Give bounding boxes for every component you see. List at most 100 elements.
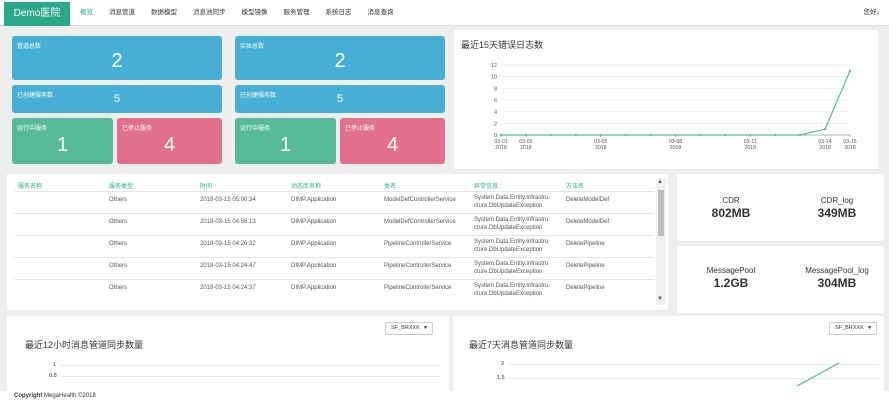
db-messagepool-log: MessagePool_log 304MB: [789, 266, 885, 290]
sync-12h-gridline: [61, 376, 441, 377]
header-service-type: 服务类型: [109, 184, 134, 190]
y-tick-label: 2: [494, 121, 497, 127]
db-messagepool-log-name: MessagePool_log: [805, 266, 869, 275]
data-point: [774, 133, 777, 137]
brand-logo[interactable]: Demo医院: [4, 2, 70, 26]
table-cell: PipelineControllerService: [384, 241, 452, 247]
table-cell: 2018-03-15 04:24:47: [200, 263, 256, 269]
nav-message-query[interactable]: 消息查询: [360, 0, 402, 26]
table-row[interactable]: Others 2018-03-15 05:00:34 DIMP.Applicatio…: [14, 191, 654, 213]
table-cell-line: System.Data.Entity.Infrastru: [474, 239, 549, 245]
data-point: [499, 133, 503, 137]
scroll-thumb[interactable]: [658, 190, 664, 236]
table-cell: Others: [109, 197, 128, 203]
header-time: 时间: [200, 184, 213, 190]
table-cell: 2018-03-15 05:00:34: [200, 197, 256, 203]
nav-model-mirror[interactable]: 模型镜像: [234, 0, 276, 26]
table-cell: DIMP.Application: [291, 219, 337, 225]
nav-data-model[interactable]: 数据模型: [143, 0, 185, 26]
table-cell: ModelDefControllerService: [384, 197, 456, 203]
table-cell: Others: [109, 263, 128, 269]
db-cdr-log-size: 349MB: [817, 206, 857, 220]
db-messagepool-log-size: 304MB: [817, 276, 857, 290]
created-services-tile: 已创建服务数 5: [12, 85, 222, 113]
table-cell-line: cture.DbUpdateException: [474, 247, 543, 253]
data-point: [848, 69, 852, 72]
y-tick-label: 10: [491, 75, 497, 81]
table-cell-line: cture.DbUpdateException: [474, 269, 543, 275]
header-dll-name: 动态库名称: [291, 184, 322, 190]
sync-12h-gridline: [61, 365, 441, 366]
data-point: [674, 133, 677, 137]
table-cell: DIMP.Application: [291, 285, 337, 291]
table-cell: System.Data.Entity.Infrastru cture.DbUpda…: [474, 282, 548, 298]
table-cell: System.Data.Entity.Infrastru cture.DbUpda…: [474, 216, 548, 232]
table-scrollbar[interactable]: ▲ ▼: [656, 178, 666, 305]
table-cell: ModelDefControllerService: [384, 219, 456, 225]
user-greeting[interactable]: 您好。: [864, 0, 884, 26]
table-cell: PipelineControllerService: [384, 285, 452, 291]
top-nav-bar: Demo医院 概览 消息管道 数据模型 消息池同步 模型镜像 服务管理 系统日志…: [0, 0, 889, 26]
error-log-line-chart: 02468101203-01201803-02201803-05201803-0…: [491, 63, 857, 151]
table-cell-line: System.Data.Entity.Infrastru: [474, 195, 549, 201]
sync-12h-ytick: 0.8: [49, 373, 57, 379]
pipelines-total-tile: 管道总数 2: [12, 36, 222, 80]
db-messagepool-name: MessagePool: [706, 266, 756, 275]
x-tick-label: 2018: [595, 145, 607, 151]
data-point: [699, 133, 702, 137]
table-cell: System.Data.Entity.Infrastru cture.DbUpda…: [474, 260, 548, 276]
y-tick-label: 6: [494, 98, 497, 104]
header-service-name: 服务名称: [18, 184, 43, 190]
nav-pipelines[interactable]: 消息管道: [101, 0, 143, 26]
entities-total-label: 实体总数: [240, 44, 265, 50]
table-cell: System.Data.Entity.Infrastru cture.DbUpda…: [474, 238, 548, 254]
nav-pool-sync[interactable]: 消息池同步: [185, 0, 234, 26]
table-cell: DeletePipeline: [566, 241, 605, 247]
stopped-services-tile: 已停止服务 4: [117, 118, 222, 164]
table-row[interactable]: Others 2018-03-15 04:26:32 DIMP.Applicatio…: [14, 235, 654, 257]
stopped-services-value: 4: [163, 134, 176, 156]
table-cell: DeletePipeline: [566, 263, 605, 269]
db-size-card-cdr: CDR 802MB CDR_log 349MB: [677, 174, 884, 241]
data-point: [649, 133, 652, 137]
db-cdr-name: CDR: [722, 196, 740, 205]
table-cell-line: System.Data.Entity.Infrastru: [474, 283, 549, 289]
sync-12h-select-value: SF_BRXXK: [391, 325, 420, 331]
table-cell: Others: [109, 241, 128, 247]
table-cell: DIMP.Application: [291, 241, 337, 247]
table-cell: DIMP.Application: [291, 263, 337, 269]
footer: Copyright MegaHealth ©2018: [0, 391, 889, 402]
sync-7d-card: SF_BRXXK ▼ 最近7天消息管道同步数量 2 1.5: [453, 316, 884, 391]
table-cell-line: cture.DbUpdateException: [474, 203, 543, 209]
x-tick-label: 2018: [745, 145, 757, 151]
table-row[interactable]: Others 2018-03-15 04:24:47 DIMP.Applicatio…: [14, 257, 654, 279]
x-tick-label: 2018: [819, 145, 831, 151]
table-cell: 2018-03-15 04:56:13: [200, 219, 256, 225]
created-services-value-2: 5: [336, 93, 344, 105]
nav-overview[interactable]: 概览: [72, 0, 101, 26]
data-point: [749, 133, 752, 137]
running-services-value: 1: [56, 134, 69, 156]
x-tick-label: 2018: [495, 145, 507, 151]
scroll-up-arrow-icon[interactable]: ▲: [657, 179, 663, 185]
table-row[interactable]: Others 2018-03-15 04:24:37 DIMP.Applicatio…: [14, 279, 654, 301]
table-cell-line: cture.DbUpdateException: [474, 225, 543, 231]
nav-service-mgmt[interactable]: 服务管理: [276, 0, 318, 26]
stopped-services-label-2: 已停止服务: [345, 126, 376, 132]
x-tick-label: 2018: [520, 145, 532, 151]
running-services-value-2: 1: [279, 134, 292, 156]
scroll-down-arrow-icon[interactable]: ▼: [657, 296, 663, 302]
table-cell: 2018-03-15 04:24:37: [200, 285, 256, 291]
table-cell-line: System.Data.Entity.Infrastru: [474, 217, 549, 223]
sync-7d-line: [796, 362, 840, 387]
entities-total-value: 2: [334, 50, 346, 72]
sync-12h-ytick: 1: [53, 362, 57, 368]
y-tick-label: 4: [494, 110, 497, 116]
sync-12h-title: 最近12小时消息管道同步数量: [25, 340, 144, 350]
x-tick-label: 2018: [670, 145, 682, 151]
data-point: [524, 133, 528, 137]
table-row[interactable]: Others 2018-03-15 04:56:13 DIMP.Applicatio…: [14, 213, 654, 235]
nav-system-log[interactable]: 系统日志: [318, 0, 360, 26]
db-cdr-size: 802MB: [711, 206, 751, 220]
sync-12h-pipeline-select[interactable]: SF_BRXXK ▼: [385, 322, 433, 335]
